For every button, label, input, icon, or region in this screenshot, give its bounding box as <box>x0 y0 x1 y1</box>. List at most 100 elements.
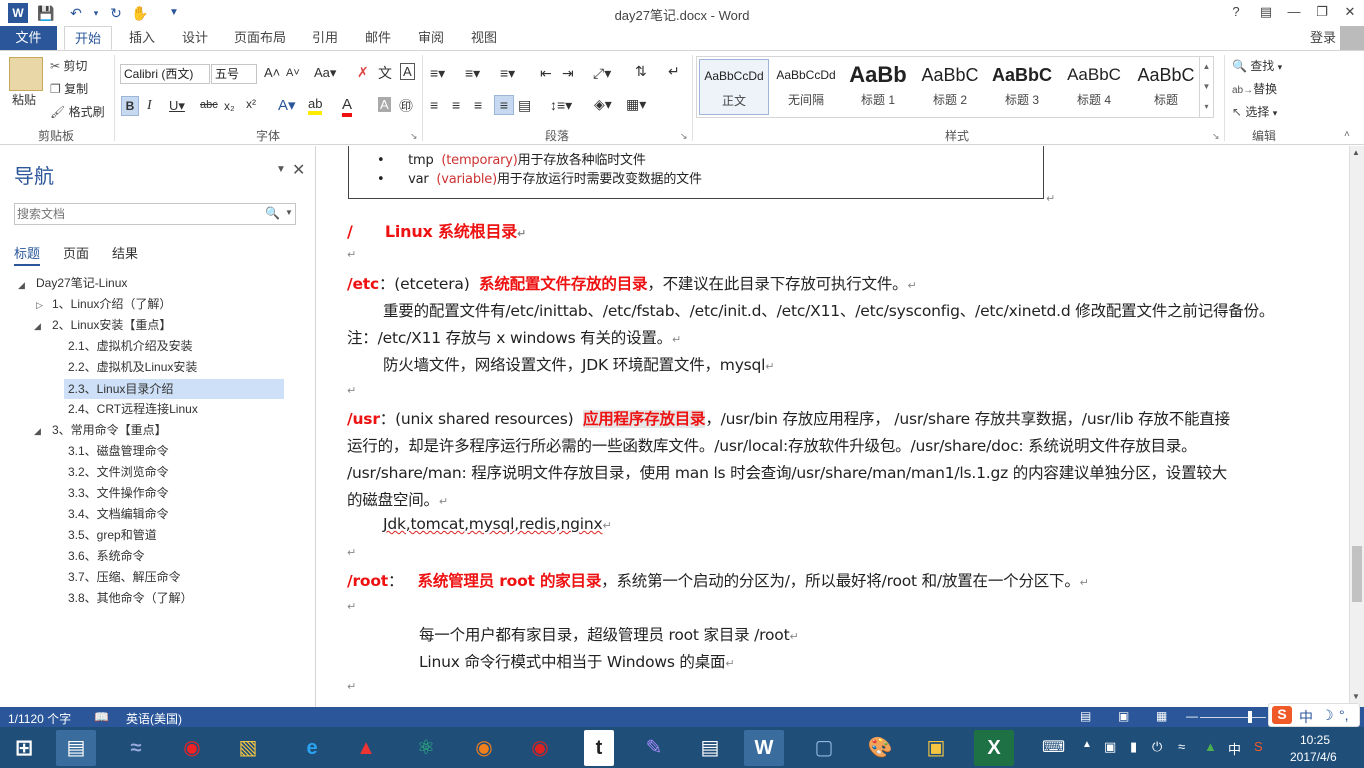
word-app-taskbar-icon[interactable]: W <box>744 730 784 766</box>
onenote-app-icon[interactable]: ✎ <box>634 730 674 766</box>
clear-format-icon[interactable]: ✗ <box>357 64 369 81</box>
tree-item[interactable]: 2.1、虚拟机介绍及安装 <box>68 336 193 356</box>
tab-file[interactable]: 文件 <box>0 26 57 50</box>
update-icon[interactable]: ▲ <box>1204 739 1217 754</box>
zoom-out-icon[interactable]: — <box>1186 709 1198 723</box>
tab-mailings[interactable]: 邮件 <box>355 26 401 50</box>
tab-references[interactable]: 引用 <box>302 26 348 50</box>
nav-search-box[interactable]: 🔍 ▼ <box>14 203 296 225</box>
sort-icon[interactable]: ⇅ <box>635 63 647 80</box>
select-button[interactable]: 选择 <box>1245 105 1269 119</box>
atom-app-icon[interactable]: ⚛ <box>406 730 446 766</box>
security-app-icon[interactable]: ◉ <box>172 730 212 766</box>
nav-search-input[interactable] <box>15 204 255 224</box>
tray-icon[interactable]: ▮ <box>1130 739 1137 755</box>
nav-close-icon[interactable]: ✕ <box>292 160 305 180</box>
avatar[interactable] <box>1340 26 1364 50</box>
tab-insert[interactable]: 插入 <box>119 26 165 50</box>
sogou-tray-icon[interactable]: S <box>1254 739 1263 754</box>
cut-button[interactable]: 剪切 <box>63 59 87 73</box>
styles-scroll-icon[interactable]: ▲ ▼ ▾ <box>1199 57 1213 117</box>
subscript-button[interactable]: x₂ <box>224 99 235 113</box>
change-case-icon[interactable]: Aa▾ <box>314 65 336 81</box>
wifi-icon[interactable]: ≈ <box>1178 739 1185 754</box>
ie-app-icon[interactable]: e <box>292 730 332 766</box>
network-tray-icon[interactable]: ▣ <box>1104 739 1116 755</box>
nav-tab-headings[interactable]: 标题 <box>14 243 41 266</box>
tab-design[interactable]: 设计 <box>172 26 218 50</box>
tab-home[interactable]: 开始 <box>64 26 113 50</box>
expand-triangle-icon[interactable]: ▷ <box>36 300 43 311</box>
close-button[interactable]: ✕ <box>1336 2 1364 22</box>
tab-layout[interactable]: 页面布局 <box>224 26 296 50</box>
nav-tab-pages[interactable]: 页面 <box>63 243 89 262</box>
read-mode-icon[interactable]: ▤ <box>1080 709 1091 723</box>
tab-view[interactable]: 视图 <box>461 26 507 50</box>
paste-icon[interactable] <box>9 57 43 91</box>
tree-item[interactable]: 3.3、文件操作命令 <box>68 483 169 503</box>
tree-item[interactable]: 3.2、文件浏览命令 <box>68 462 169 482</box>
font-family-combo[interactable]: Calibri (西文) <box>120 64 210 84</box>
highlight-icon[interactable]: ab <box>308 96 323 115</box>
zoom-slider[interactable] <box>1200 717 1266 718</box>
align-left-icon[interactable]: ≡ <box>430 97 438 113</box>
tree-item[interactable]: Day27笔记-Linux <box>36 273 127 293</box>
enclosed-char-icon[interactable]: ㊞ <box>399 96 413 116</box>
show-marks-icon[interactable]: ↵ <box>668 63 680 80</box>
tree-item[interactable]: 3.7、压缩、解压命令 <box>68 567 181 587</box>
nav-tab-results[interactable]: 结果 <box>112 243 138 262</box>
print-layout-icon[interactable]: ▣ <box>1118 709 1129 723</box>
style-heading-2[interactable]: AaBbC 标题 2 <box>915 59 985 115</box>
font-color-icon[interactable]: A <box>342 96 353 117</box>
tree-item[interactable]: 1、Linux介绍（了解） <box>52 294 171 314</box>
clock-date[interactable]: 2017/4/6 <box>1290 750 1337 764</box>
nav-options-icon[interactable]: ▼ <box>276 164 286 175</box>
folder-app-icon[interactable]: ▧ <box>228 730 268 766</box>
tree-item[interactable]: 2、Linux安装【重点】 <box>52 315 171 335</box>
start-button[interactable]: ⊞ <box>4 730 44 766</box>
excel-app-icon[interactable]: X <box>974 730 1014 766</box>
document-canvas[interactable]: • tmp (temporary)用于存放各种临时文件 • var (varia… <box>317 146 1349 707</box>
tree-item[interactable]: 2.2、虚拟机及Linux安装 <box>68 357 197 377</box>
italic-button[interactable]: I <box>147 98 152 114</box>
chinese-layout-icon[interactable]: ⤢▾ <box>593 65 611 82</box>
zoom-slider-thumb[interactable] <box>1248 711 1252 723</box>
proofing-icon[interactable]: 📖 <box>94 710 109 724</box>
format-painter-button[interactable]: 格式刷 <box>69 105 105 119</box>
power-icon[interactable]: ⏻ <box>1152 739 1162 755</box>
copy-button[interactable]: 复制 <box>64 82 88 96</box>
tree-item[interactable]: 3.5、grep和管道 <box>68 525 157 545</box>
search-dropdown-icon[interactable]: ▼ <box>285 208 293 217</box>
char-shading-icon[interactable]: A <box>378 97 391 112</box>
bold-button[interactable]: B <box>121 96 139 116</box>
app-icon[interactable]: ▲ <box>346 730 386 766</box>
photos-app-icon[interactable]: ▢ <box>804 730 844 766</box>
align-center-icon[interactable]: ≡ <box>452 97 460 113</box>
ribbon-display-icon[interactable]: ▤ <box>1252 2 1280 22</box>
scroll-down-icon[interactable]: ▼ <box>1352 692 1360 701</box>
shrink-font-icon[interactable]: A˅ <box>286 67 300 79</box>
keyboard-icon[interactable]: ⌨ <box>1042 737 1065 757</box>
help-button[interactable]: ? <box>1222 2 1250 22</box>
borders-icon[interactable]: ▦▾ <box>626 96 646 113</box>
paint-app-icon[interactable]: 🎨 <box>860 730 900 766</box>
line-spacing-icon[interactable]: ↕≡▾ <box>550 97 572 114</box>
punctuation-icon[interactable]: °, <box>1339 707 1349 723</box>
minimize-button[interactable]: — <box>1280 2 1308 22</box>
collapse-triangle-icon[interactable]: ◢ <box>34 321 41 332</box>
decrease-indent-icon[interactable]: ⇤ <box>540 65 552 82</box>
opera-app-icon[interactable]: ◉ <box>520 730 560 766</box>
distributed-icon[interactable]: ▤ <box>518 97 531 114</box>
font-dialog-launcher-icon[interactable]: ↘ <box>410 131 418 142</box>
typora-app-icon[interactable]: t <box>584 730 614 766</box>
style-heading-4[interactable]: AaBbC 标题 4 <box>1059 59 1129 115</box>
clock-time[interactable]: 10:25 <box>1300 733 1330 747</box>
moon-icon[interactable]: ☽ <box>1321 707 1334 724</box>
find-button[interactable]: 查找 <box>1250 59 1274 73</box>
bullets-icon[interactable]: ≡▾ <box>430 65 445 82</box>
shading-icon[interactable]: ◈▾ <box>594 96 612 113</box>
restore-button[interactable]: ❐ <box>1308 2 1336 22</box>
phonetic-guide-icon[interactable]: 文 <box>378 63 392 83</box>
ime-taskbar[interactable]: 中 <box>1228 739 1241 758</box>
multilevel-list-icon[interactable]: ≡▾ <box>500 65 515 82</box>
